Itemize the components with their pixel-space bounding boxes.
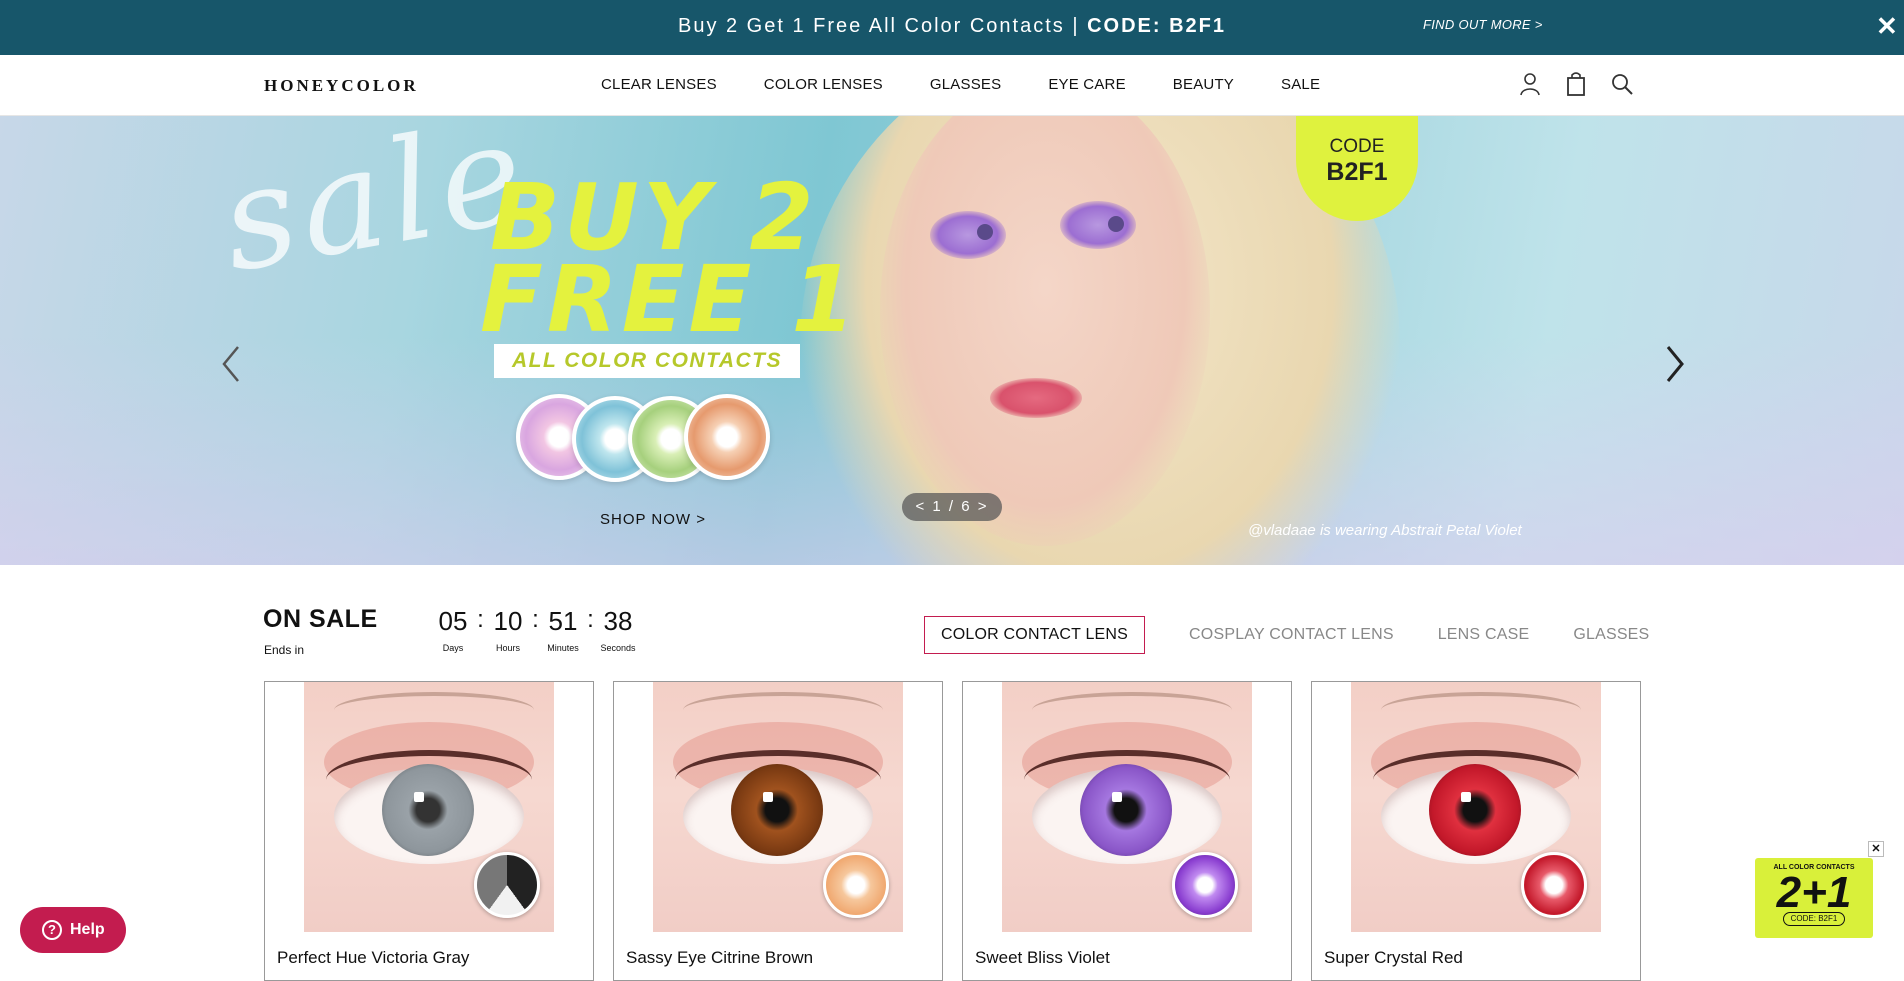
- help-label: Help: [70, 921, 105, 938]
- help-button[interactable]: ? Help: [20, 907, 126, 953]
- hero-credit: @vladaae is wearing Abstrait Petal Viole…: [1248, 522, 1522, 539]
- tab-glasses[interactable]: GLASSES: [1573, 626, 1649, 644]
- lens-thumbnail: [474, 852, 540, 918]
- lash-line: [1024, 750, 1230, 810]
- slide-counter[interactable]: < 1 / 6 >: [902, 493, 1002, 521]
- timer-seconds: 38 Seconds: [595, 606, 641, 653]
- nav-clear-lenses[interactable]: CLEAR LENSES: [601, 76, 717, 93]
- timer-hours: 10 Hours: [485, 606, 531, 653]
- floating-promo-close-button[interactable]: ✕: [1868, 841, 1884, 857]
- timer-hours-value: 10: [493, 606, 523, 636]
- promo-message: Buy 2 Get 1 Free All Color Contacts | CO…: [0, 15, 1904, 38]
- nav-beauty[interactable]: BEAUTY: [1173, 76, 1234, 93]
- lens-thumbnail: [823, 852, 889, 918]
- help-icon: ?: [42, 920, 62, 940]
- timer-separator: :: [532, 606, 539, 633]
- floating-promo-big-text: 2+1: [1776, 868, 1852, 917]
- lash-line: [1373, 750, 1579, 810]
- hero-carousel[interactable]: sale BUY 2 FREE 1 ALL COLOR CONTACTS SHO…: [0, 116, 1904, 565]
- floating-promo-code: CODE: B2F1: [1783, 912, 1845, 926]
- code-badge-label: CODE: [1329, 136, 1385, 157]
- product-card[interactable]: Super Crystal Red: [1311, 681, 1641, 981]
- promo-banner: Buy 2 Get 1 Free All Color Contacts | CO…: [0, 0, 1904, 55]
- bag-icon[interactable]: [1564, 71, 1588, 97]
- product-image[interactable]: [653, 682, 903, 932]
- timer-seconds-value: 38: [603, 606, 633, 636]
- timer-separator: :: [477, 606, 484, 633]
- carousel-prev-icon[interactable]: [216, 341, 246, 387]
- timer-minutes-value: 51: [548, 606, 578, 636]
- tab-cosplay-contact-lens[interactable]: COSPLAY CONTACT LENS: [1189, 626, 1394, 644]
- hero-subheadline: ALL COLOR CONTACTS: [494, 344, 800, 378]
- logo[interactable]: HONEYCOLOR: [264, 76, 419, 96]
- sale-category-tabs: COLOR CONTACT LENS COSPLAY CONTACT LENS …: [924, 616, 1649, 654]
- timer-hours-label: Hours: [495, 643, 520, 653]
- nav-glasses[interactable]: GLASSES: [930, 76, 1001, 93]
- on-sale-title: ON SALE: [263, 605, 378, 633]
- product-name[interactable]: Super Crystal Red: [1324, 948, 1463, 968]
- lash-line: [326, 750, 532, 810]
- header-icons: [1518, 71, 1634, 97]
- lash-line: [675, 750, 881, 810]
- product-image[interactable]: [1351, 682, 1601, 932]
- code-badge-value: B2F1: [1326, 158, 1388, 186]
- main-nav: CLEAR LENSES COLOR LENSES GLASSES EYE CA…: [601, 76, 1367, 93]
- timer-days-value: 05: [438, 606, 468, 636]
- lens-orange: [684, 394, 770, 480]
- lens-thumbnail: [1521, 852, 1587, 918]
- product-card[interactable]: Sassy Eye Citrine Brown: [613, 681, 943, 981]
- lens-thumbnail: [1172, 852, 1238, 918]
- carousel-next-icon[interactable]: [1660, 341, 1690, 387]
- nav-color-lenses[interactable]: COLOR LENSES: [764, 76, 883, 93]
- product-image[interactable]: [304, 682, 554, 932]
- product-name[interactable]: Sassy Eye Citrine Brown: [626, 948, 813, 968]
- timer-seconds-label: Seconds: [600, 643, 636, 653]
- product-image[interactable]: [1002, 682, 1252, 932]
- product-card[interactable]: Sweet Bliss Violet: [962, 681, 1292, 981]
- promo-text: Buy 2 Get 1 Free All Color Contacts |: [677, 15, 1088, 37]
- tab-lens-case[interactable]: LENS CASE: [1438, 626, 1530, 644]
- timer-minutes: 51 Minutes: [540, 606, 586, 653]
- product-name[interactable]: Sweet Bliss Violet: [975, 948, 1110, 968]
- nav-sale[interactable]: SALE: [1281, 76, 1320, 93]
- tab-color-contact-lens[interactable]: COLOR CONTACT LENS: [924, 616, 1146, 654]
- floating-promo[interactable]: ALL COLOR CONTACTS 2+1 CODE: B2F1: [1755, 858, 1873, 938]
- nav-eye-care[interactable]: EYE CARE: [1048, 76, 1125, 93]
- search-icon[interactable]: [1610, 71, 1634, 97]
- timer-separator: :: [587, 606, 594, 633]
- account-icon[interactable]: [1518, 71, 1542, 97]
- ends-in-label: Ends in: [264, 643, 305, 657]
- product-card[interactable]: Perfect Hue Victoria Gray: [264, 681, 594, 981]
- product-name[interactable]: Perfect Hue Victoria Gray: [277, 948, 469, 968]
- timer-days: 05 Days: [430, 606, 476, 653]
- hero-headline-2: FREE 1: [480, 246, 860, 353]
- promo-close-button[interactable]: ✕: [1876, 12, 1898, 40]
- shop-now-link[interactable]: SHOP NOW >: [600, 511, 706, 528]
- countdown-timer: 05 Days : 10 Hours : 51 Minutes : 38 Seconds: [430, 606, 641, 653]
- timer-minutes-label: Minutes: [547, 643, 579, 653]
- promo-code: CODE: B2F1: [1087, 15, 1227, 37]
- find-out-more-link[interactable]: FIND OUT MORE >: [1423, 17, 1543, 32]
- site-header: HONEYCOLOR CLEAR LENSES COLOR LENSES GLA…: [0, 55, 1904, 116]
- timer-days-label: Days: [442, 643, 464, 653]
